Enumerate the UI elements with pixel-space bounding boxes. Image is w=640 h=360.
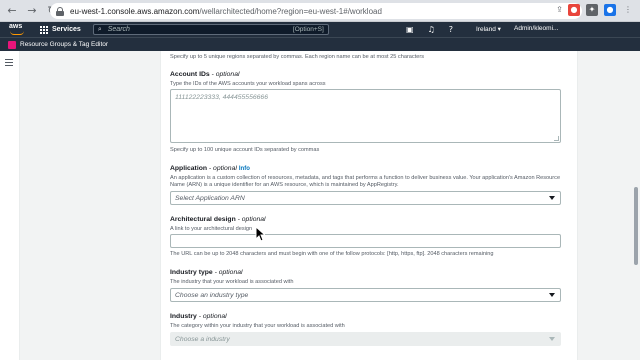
application-arn-value: Select Application ARN xyxy=(175,195,245,202)
url-path: /wellarchitected/home?region=eu-west-1#/… xyxy=(199,6,382,16)
regions-constraint: Specify up to 5 unique regions separated… xyxy=(170,54,425,60)
menu-dots-icon[interactable]: ⋮ xyxy=(622,4,634,16)
application-description-line2: Name (ARN) is a unique identifier for an… xyxy=(170,182,399,188)
favorites-bar: Resource Groups & Tag Editor xyxy=(0,37,640,51)
industry-type-select[interactable]: Choose an industry type xyxy=(170,288,561,302)
account-ids-constraint: Specify up to 100 unique account IDs sep… xyxy=(170,147,320,153)
search-icon: ⌕ xyxy=(97,25,102,33)
industry-label: Industry - optional xyxy=(170,313,227,320)
workload-form-panel: Specify up to 5 unique regions separated… xyxy=(160,51,578,360)
application-arn-select[interactable]: Select Application ARN xyxy=(170,191,561,205)
architectural-design-constraint: The URL can be up to 2048 characters and… xyxy=(170,251,494,257)
notifications-bell-icon[interactable]: ♫ xyxy=(428,24,435,35)
industry-type-value: Choose an industry type xyxy=(175,292,249,299)
resource-groups-link[interactable]: Resource Groups & Tag Editor xyxy=(20,41,108,48)
resize-handle-icon[interactable] xyxy=(554,136,559,141)
page-scrollbar[interactable] xyxy=(632,51,640,360)
account-ids-description: Type the IDs of the AWS accounts your wo… xyxy=(170,81,326,87)
industry-description: The category within your industry that y… xyxy=(170,323,345,329)
browser-toolbar: ← → ↻ eu-west-1.console.aws.amazon.com /… xyxy=(0,0,640,22)
account-ids-textarea[interactable]: 111122223333, 444455556666 xyxy=(170,89,561,143)
back-arrow-icon[interactable]: ← xyxy=(4,3,20,19)
scrollbar-thumb[interactable] xyxy=(634,187,638,265)
cloudshell-icon[interactable]: ▣ xyxy=(406,24,414,35)
account-menu[interactable]: Admin/kleomi... xyxy=(514,25,558,32)
application-description-line1: An application is a custom collection of… xyxy=(170,175,561,181)
architectural-design-input[interactable] xyxy=(170,234,561,248)
extension-icon[interactable]: ● xyxy=(568,4,580,16)
help-icon[interactable]: ? xyxy=(449,24,453,35)
resource-groups-icon xyxy=(8,40,16,49)
aws-logo[interactable]: aws xyxy=(8,23,30,36)
application-info-link[interactable]: Info xyxy=(239,166,250,172)
caret-down-icon xyxy=(549,337,555,341)
region-selector[interactable]: Ireland ▾ xyxy=(476,25,501,33)
url-host: eu-west-1.console.aws.amazon.com xyxy=(70,6,200,16)
search-shortcut: [Option+S] xyxy=(292,26,324,33)
architectural-design-description: A link to your architectural design xyxy=(170,226,253,232)
mouse-cursor-icon xyxy=(255,226,265,242)
side-nav-rail xyxy=(0,51,20,360)
aws-top-nav: aws Services ⌕ Search [Option+S] ▣ ♫ ? I… xyxy=(0,22,640,37)
address-bar[interactable]: eu-west-1.console.aws.amazon.com /wellar… xyxy=(50,3,582,19)
industry-select[interactable]: Choose a industry xyxy=(170,332,561,346)
puzzle-icon[interactable]: ✦ xyxy=(586,4,598,16)
forward-arrow-icon[interactable]: → xyxy=(24,3,40,19)
industry-value: Choose a industry xyxy=(175,336,230,343)
account-ids-placeholder: 111122223333, 444455556666 xyxy=(175,94,268,101)
hamburger-menu-icon[interactable] xyxy=(5,59,13,67)
lock-icon xyxy=(56,6,64,16)
industry-type-label: Industry type - optional xyxy=(170,269,243,276)
search-placeholder: Search xyxy=(107,26,130,33)
caret-down-icon xyxy=(549,196,555,200)
services-grid-icon[interactable] xyxy=(40,25,48,34)
industry-type-description: The industry that your workload is assoc… xyxy=(170,279,294,285)
account-ids-label: Account IDs - optional xyxy=(170,71,240,78)
architectural-design-label: Architectural design - optional xyxy=(170,216,266,223)
search-input[interactable]: ⌕ Search [Option+S] xyxy=(92,24,329,35)
application-label: Application - optional Info xyxy=(170,165,250,172)
services-menu[interactable]: Services xyxy=(52,26,81,33)
caret-down-icon xyxy=(549,293,555,297)
profile-icon[interactable]: ● xyxy=(604,4,616,16)
share-icon[interactable]: ⇪ xyxy=(556,5,563,14)
